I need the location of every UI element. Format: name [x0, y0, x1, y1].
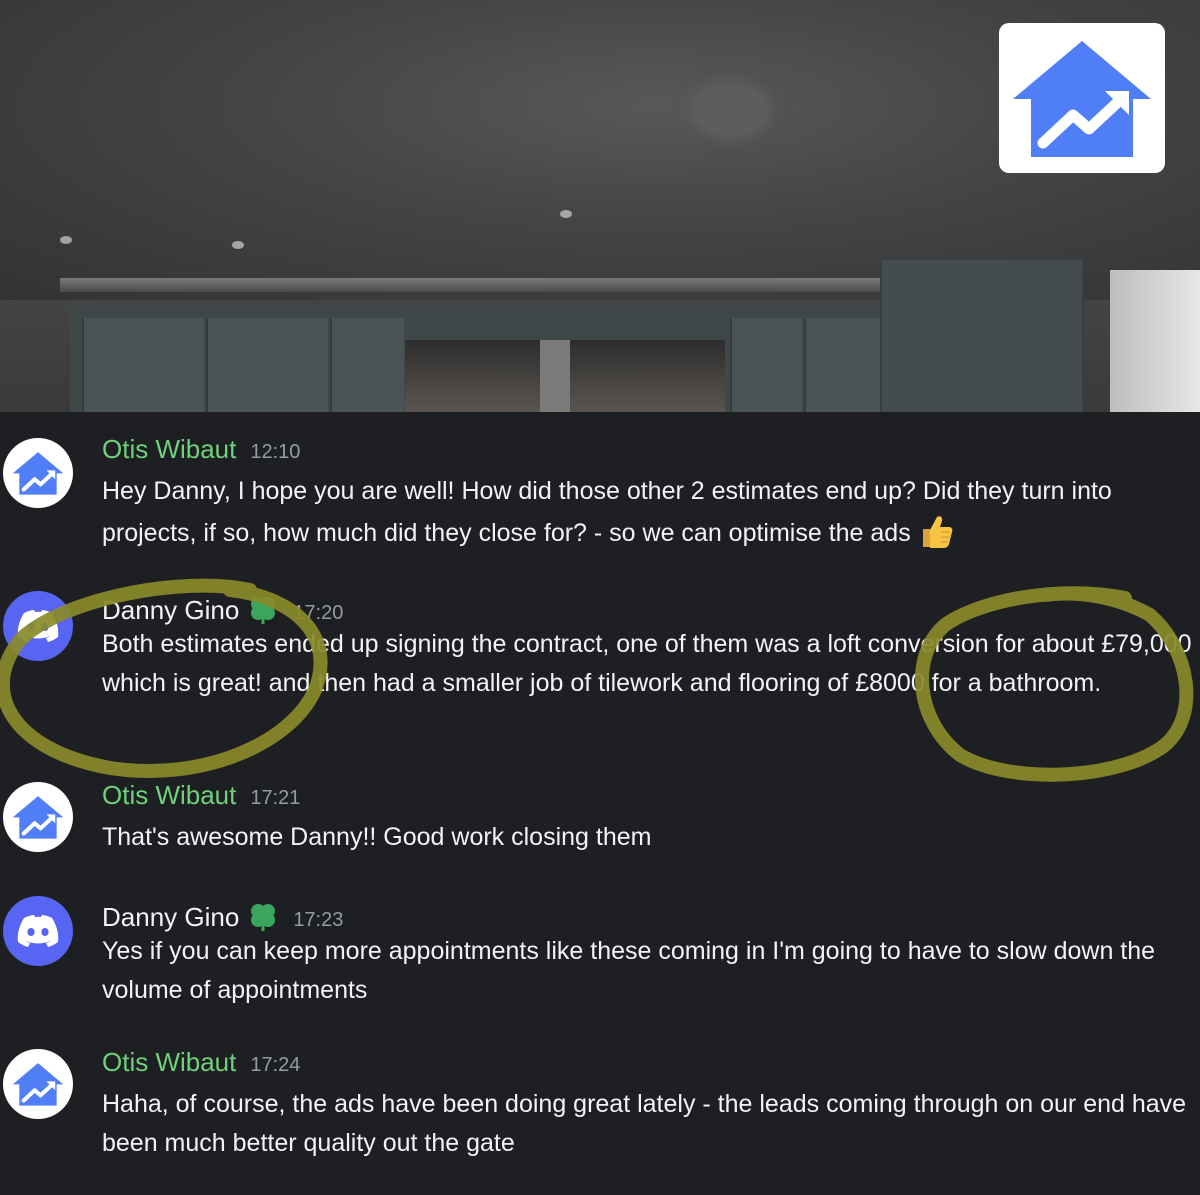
- house-growth-icon: [12, 452, 64, 495]
- company-logo: [999, 23, 1165, 173]
- house-growth-icon: [12, 1063, 64, 1106]
- message-text: That's awesome Danny!! Good work closing…: [102, 823, 652, 851]
- timestamp: 17:21: [250, 787, 301, 809]
- message-header: Otis Wibaut 17:24: [102, 1047, 300, 1078]
- discord-icon: [17, 915, 59, 947]
- author-name[interactable]: Danny Gino: [102, 902, 239, 933]
- house-growth-icon: [12, 796, 64, 839]
- message-header: Danny Gino 17:23: [102, 894, 343, 933]
- author-name[interactable]: Otis Wibaut: [102, 434, 236, 465]
- message-header: Danny Gino 17:20: [102, 587, 343, 626]
- ceiling-light: [232, 241, 244, 249]
- avatar[interactable]: [3, 438, 73, 508]
- message-text: Hey Danny, I hope you are well! How did …: [102, 472, 1197, 553]
- house-growth-icon: [1013, 41, 1151, 157]
- clover-badge-icon: [251, 597, 276, 624]
- smoke-detector: [694, 84, 768, 136]
- ceiling-light: [60, 236, 72, 244]
- cabinet-door: [330, 318, 404, 412]
- avatar[interactable]: [3, 896, 73, 966]
- message-body: Hey Danny, I hope you are well! How did …: [102, 477, 1112, 547]
- timestamp: 17:20: [293, 602, 344, 624]
- author-name[interactable]: Danny Gino: [102, 595, 239, 626]
- chat-messages: Otis Wibaut 12:10 Hey Danny, I hope you …: [0, 412, 1200, 1195]
- message-text: Yes if you can keep more appointments li…: [102, 937, 1156, 1004]
- author-name[interactable]: Otis Wibaut: [102, 780, 236, 811]
- cabinet-door: [206, 318, 328, 412]
- tall-cabinet: [880, 258, 1084, 412]
- discord-icon: [17, 610, 59, 642]
- message-header: Otis Wibaut 17:21: [102, 780, 300, 811]
- timestamp: 12:10: [250, 441, 301, 463]
- header-photo: [0, 0, 1200, 412]
- timestamp: 17:24: [250, 1054, 301, 1076]
- thumbs-up-icon: [922, 516, 953, 548]
- clover-badge-icon: [251, 904, 276, 931]
- avatar[interactable]: [3, 1049, 73, 1119]
- author-name[interactable]: Otis Wibaut: [102, 1047, 236, 1078]
- avatar[interactable]: [3, 591, 73, 661]
- message-header: Otis Wibaut 12:10: [102, 434, 300, 465]
- cooker-hood-chimney: [540, 340, 570, 412]
- timestamp: 17:23: [293, 909, 344, 931]
- ceiling-light: [560, 210, 572, 218]
- window-blind: [1110, 270, 1200, 412]
- cabinet-door: [730, 318, 802, 412]
- cabinet-door: [82, 318, 204, 412]
- message-text: Haha, of course, the ads have been doing…: [102, 1090, 1187, 1157]
- avatar[interactable]: [3, 782, 73, 852]
- message-text: Both estimates ended up signing the cont…: [102, 630, 1192, 697]
- cornice: [60, 278, 900, 292]
